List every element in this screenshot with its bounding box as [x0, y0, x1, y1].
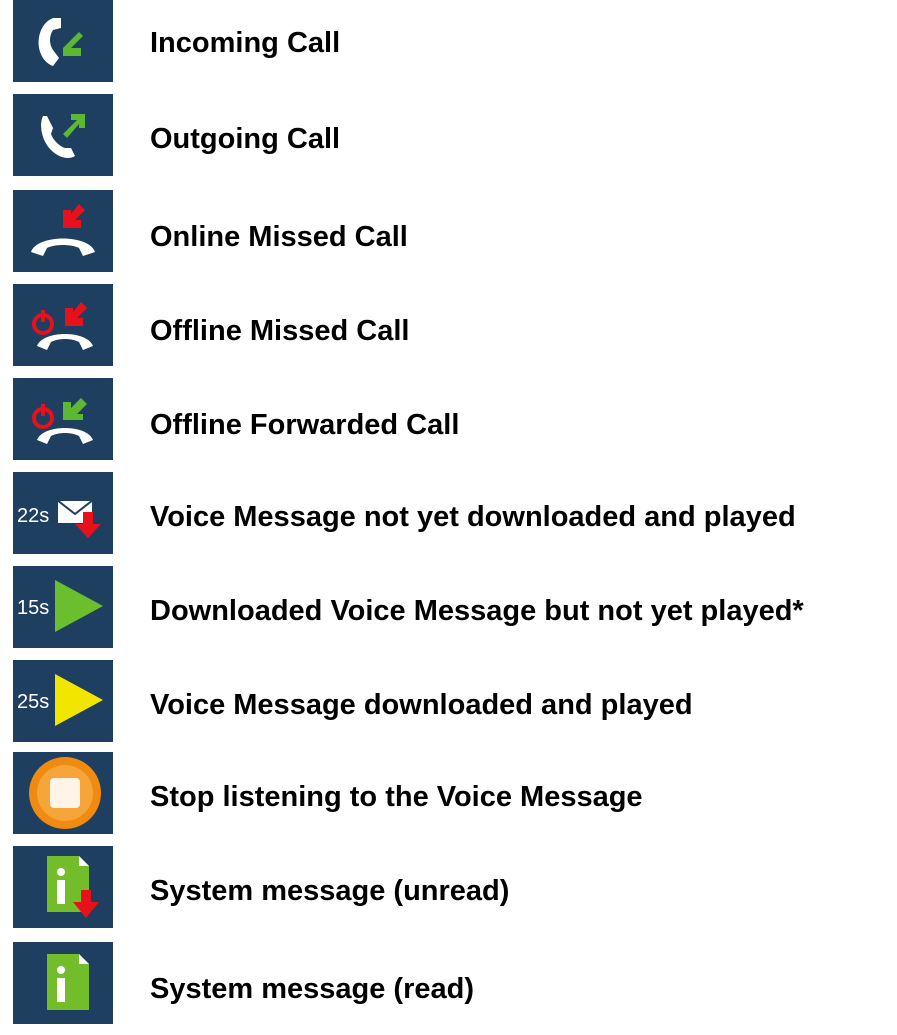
legend-label: Offline Forwarded Call	[150, 409, 460, 441]
legend-label: Online Missed Call	[150, 221, 408, 253]
offline-missed-call-icon	[13, 284, 113, 366]
stop-voice-message-icon	[13, 752, 113, 834]
system-message-unread-icon	[13, 846, 113, 928]
voice-message-downloaded-unplayed-icon: 15s	[13, 566, 113, 648]
online-missed-call-icon	[13, 190, 113, 272]
legend-label: Incoming Call	[150, 27, 341, 59]
legend-label: Voice Message not yet downloaded and pla…	[150, 501, 796, 533]
legend-label: Voice Message downloaded and played	[150, 689, 693, 721]
duration-label: 25s	[17, 691, 49, 713]
legend-label: Downloaded Voice Message but not yet pla…	[150, 595, 804, 627]
duration-label: 15s	[17, 597, 49, 619]
offline-forwarded-call-icon	[13, 378, 113, 460]
duration-label: 22s	[17, 505, 49, 527]
voice-message-not-downloaded-icon: 22s	[13, 472, 113, 554]
outgoing-call-icon	[13, 94, 113, 176]
legend-label: Stop listening to the Voice Message	[150, 781, 643, 813]
legend-label: Outgoing Call	[150, 123, 341, 155]
legend-label: System message (read)	[150, 973, 474, 1005]
legend-label: Offline Missed Call	[150, 315, 410, 347]
voice-message-played-icon: 25s	[13, 660, 113, 742]
system-message-read-icon	[13, 942, 113, 1024]
legend-label: System message (unread)	[150, 875, 510, 907]
incoming-call-icon	[13, 0, 113, 82]
